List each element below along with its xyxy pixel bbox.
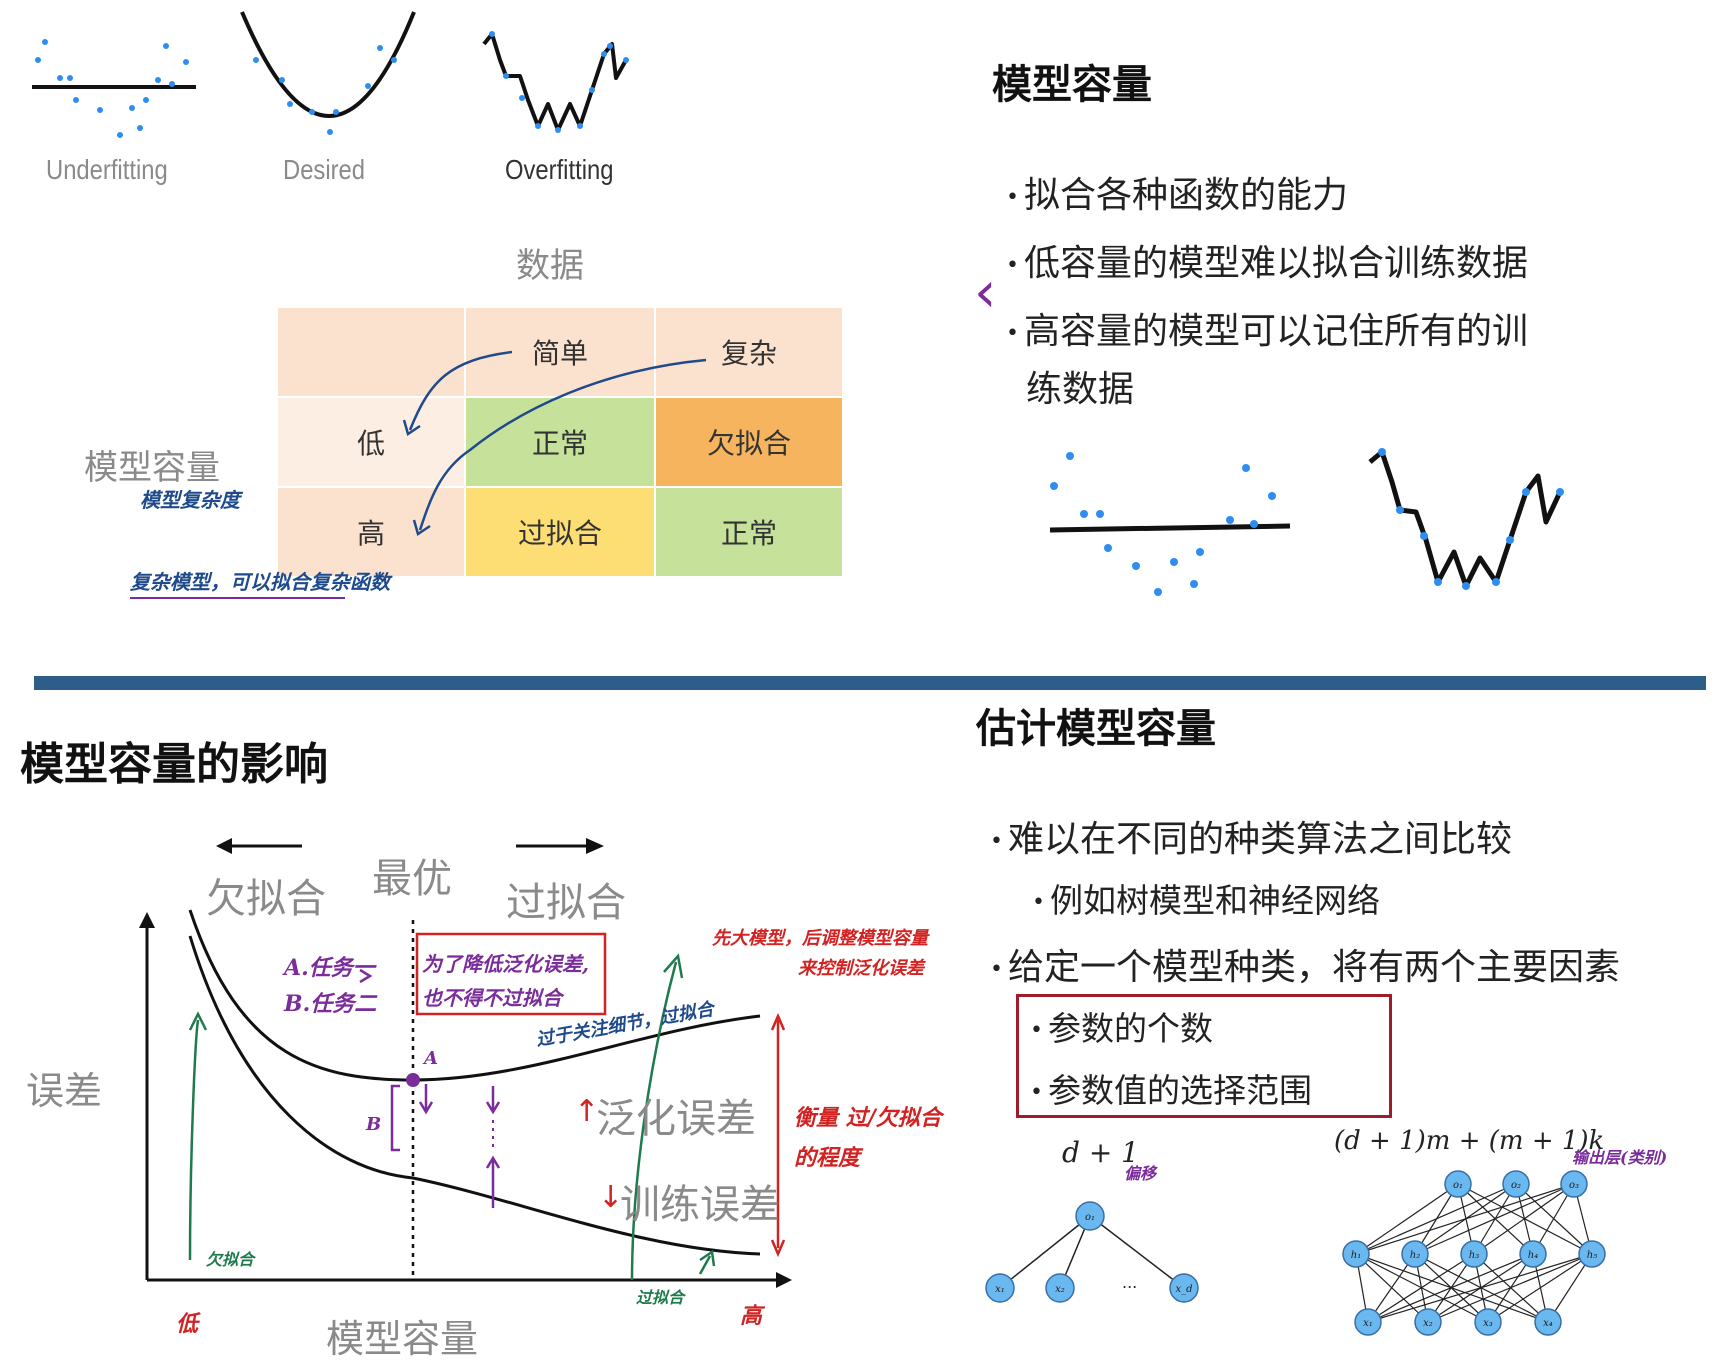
capacity-title: 模型容量: [992, 62, 1152, 108]
note-underfit-small: 欠拟合: [206, 1250, 255, 1269]
linear-ellipsis: ...: [1122, 1273, 1137, 1292]
factor-param-count: • 参数的个数: [1030, 1009, 1213, 1048]
mlp-node-o2: o₂: [1511, 1180, 1521, 1191]
mlp-node-o3: o₃: [1569, 1180, 1579, 1191]
capacity-examples: [1049, 448, 1564, 596]
note-degree: 的程度: [794, 1145, 861, 1171]
linear-node-x2: x₂: [1055, 1284, 1065, 1295]
capacity-bullet-3-continuation: 练数据: [1026, 369, 1135, 410]
estimate-bullet-1: • 难以在不同的种类算法之间比较: [990, 819, 1513, 860]
underfit-arrow-label: 欠拟合: [206, 876, 326, 922]
capacity-bullet-3: • 高容量的模型可以记住所有的训: [1006, 311, 1529, 352]
note-reduce-gen: 为了降低泛化误差,: [422, 952, 589, 976]
estimate-subbullet-1: • 例如树模型和神经网络: [1032, 881, 1380, 920]
mlp-node-x1: x₁: [1363, 1318, 1373, 1329]
optimal-label: 最优: [372, 856, 452, 902]
capacity-bullet-2: • 低容量的模型难以拟合训练数据: [1006, 243, 1529, 284]
impact-diagram: [139, 838, 792, 1288]
mlp-node-h2: h₂: [1410, 1250, 1420, 1261]
note-task-b: B.任务二: [284, 991, 377, 1017]
table-bottom-note: 复杂模型，可以拟合复杂函数: [130, 570, 390, 594]
section-divider: [34, 676, 1706, 690]
training-down-arrow: ↓: [598, 1180, 624, 1215]
mlp-node-h4: h₄: [1528, 1250, 1538, 1261]
linear-node-x1: x₁: [995, 1284, 1005, 1295]
note-overfit-ok: 也不得不过拟合: [422, 986, 562, 1010]
mlp-network: o₁ o₂ o₃ h₁ h₂ h₃ h₄ h₅ x₁ x₂ x₃ x₄: [1342, 1170, 1606, 1336]
mlp-node-h5: h₅: [1587, 1250, 1597, 1261]
mlp-node-h1: h₁: [1351, 1250, 1361, 1261]
generalization-error-label: 泛化误差: [596, 1096, 756, 1142]
overfit-arrow-label: 过拟合: [506, 880, 626, 926]
formula-linear-note: 偏移: [1124, 1164, 1157, 1183]
linear-node-xd: x_d: [1175, 1284, 1192, 1295]
note-high: 高: [740, 1303, 763, 1329]
note-control: 来控制泛化误差: [798, 958, 924, 979]
mlp-node-x3: x₃: [1483, 1318, 1493, 1329]
estimate-title: 估计模型容量: [976, 706, 1216, 752]
estimate-bullet-2: • 给定一个模型种类，将有两个主要因素: [990, 947, 1621, 988]
note-overfit-small: 过拟合: [636, 1288, 685, 1307]
note-b-label: B: [366, 1114, 382, 1135]
training-error-label: 训练误差: [620, 1182, 780, 1228]
generalization-up-arrow: ↑: [574, 1094, 600, 1129]
note-enlarge: 先大模型，后调整模型容量: [712, 928, 928, 949]
mlp-node-o1: o₁: [1453, 1180, 1463, 1191]
capacity-bullet-1: • 拟合各种函数的能力: [1006, 175, 1349, 216]
mlp-node-h3: h₃: [1469, 1250, 1479, 1261]
error-axis-label: 误差: [26, 1069, 103, 1113]
formula-mlp: (d + 1)m + (m + 1)k: [1334, 1126, 1605, 1156]
mlp-node-x4: x₄: [1543, 1318, 1553, 1329]
note-task-a: A.任务一: [284, 955, 375, 981]
note-point-a: A: [424, 1048, 438, 1069]
note-measure: 衡量 过/欠拟合: [794, 1105, 942, 1131]
slide-prev-chevron[interactable]: ‹: [974, 260, 996, 325]
factor-param-range: • 参数值的选择范围: [1030, 1071, 1312, 1110]
mlp-node-x2: x₂: [1423, 1318, 1433, 1329]
linear-network: o₁ x₁ x₂ x_d ...: [985, 1201, 1199, 1303]
linear-node-o1: o₁: [1085, 1212, 1095, 1223]
note-low: 低: [176, 1311, 199, 1337]
capacity-x-axis-label: 模型容量: [326, 1317, 479, 1361]
